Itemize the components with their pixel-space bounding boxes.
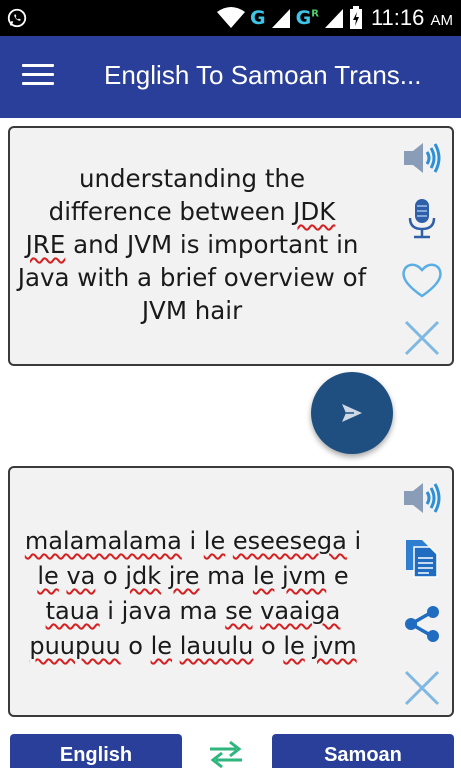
misspelled-word: jre — [168, 562, 200, 590]
clock: 11:16 AM — [370, 5, 453, 30]
text-segment: i java ma — [99, 597, 226, 625]
source-text[interactable]: understanding the difference between JDK… — [12, 162, 372, 327]
misspelled-word: puupuu — [29, 632, 121, 660]
text-segment — [225, 527, 233, 555]
network-type-2: GR — [295, 7, 319, 29]
translated-line: le va o jdk jre ma le jvm e — [12, 559, 374, 594]
text-segment — [161, 562, 169, 590]
misspelled-word: lauulu — [179, 632, 254, 660]
text-segment: o — [95, 562, 126, 590]
text-segment: i — [181, 527, 204, 555]
misspelled-word: JDK — [293, 197, 336, 226]
signal-icon-2 — [324, 9, 343, 28]
speaker-icon[interactable] — [400, 476, 444, 520]
misspelled-word: le — [203, 527, 226, 555]
source-text-panel[interactable]: understanding the difference between JDK… — [8, 126, 454, 366]
wifi-icon — [217, 7, 246, 28]
battery-charging-icon — [349, 6, 362, 29]
translation-panel: malamalama i le eseesega i le va o jdk jr… — [8, 466, 454, 717]
heart-icon[interactable] — [400, 258, 444, 302]
translated-line: malamalama i le eseesega i — [12, 524, 374, 559]
text-segment: ma — [199, 562, 253, 590]
hamburger-menu-icon[interactable] — [22, 64, 54, 90]
close-icon[interactable] — [400, 666, 444, 710]
text-segment: o — [120, 632, 151, 660]
network-type-1: G — [250, 7, 266, 29]
misspelled-word: JRE — [25, 230, 66, 259]
swap-arrows-icon[interactable] — [206, 740, 246, 768]
translated-line: taua i java ma se vaaiga — [12, 594, 374, 629]
whatsapp-icon — [7, 8, 27, 28]
text-segment — [253, 597, 261, 625]
text-segment: o — [253, 632, 284, 660]
misspelled-word: vaaiga — [260, 597, 341, 625]
copy-icon[interactable] — [400, 536, 444, 580]
misspelled-word: eseesega — [232, 527, 347, 555]
translate-button[interactable] — [311, 372, 393, 454]
send-icon — [342, 404, 362, 422]
translated-text: malamalama i le eseesega i le va o jdk jr… — [12, 524, 374, 664]
misspelled-word: jvm — [312, 632, 357, 660]
misspelled-word: malamalama — [24, 527, 182, 555]
misspelled-word: jdk — [125, 562, 162, 590]
text-segment — [274, 562, 282, 590]
roaming-badge: R — [311, 8, 319, 20]
microphone-icon[interactable] — [400, 196, 444, 240]
status-bar: G GR 11:16 AM — [0, 0, 461, 36]
app-bar: English To Samoan Trans... — [0, 36, 461, 118]
misspelled-word: le — [150, 632, 173, 660]
source-language-button[interactable]: English — [10, 734, 182, 768]
misspelled-word: jvm — [281, 562, 327, 590]
close-icon[interactable] — [400, 316, 444, 360]
speaker-icon[interactable] — [400, 136, 444, 180]
text-segment: i — [346, 527, 362, 555]
misspelled-word: le — [37, 562, 59, 590]
signal-icon — [271, 9, 290, 28]
text-segment — [172, 632, 180, 660]
misspelled-word: se — [225, 597, 253, 625]
target-language-button[interactable]: Samoan — [272, 734, 454, 768]
share-icon[interactable] — [400, 602, 444, 646]
text-segment: e — [326, 562, 349, 590]
misspelled-word: le — [283, 632, 305, 660]
misspelled-word: va — [66, 562, 96, 590]
app-title: English To Samoan Trans... — [104, 60, 422, 90]
misspelled-word: taua — [45, 597, 100, 625]
translated-line: puupuu o le lauulu o le jvm — [12, 629, 374, 664]
misspelled-word: le — [252, 562, 275, 590]
